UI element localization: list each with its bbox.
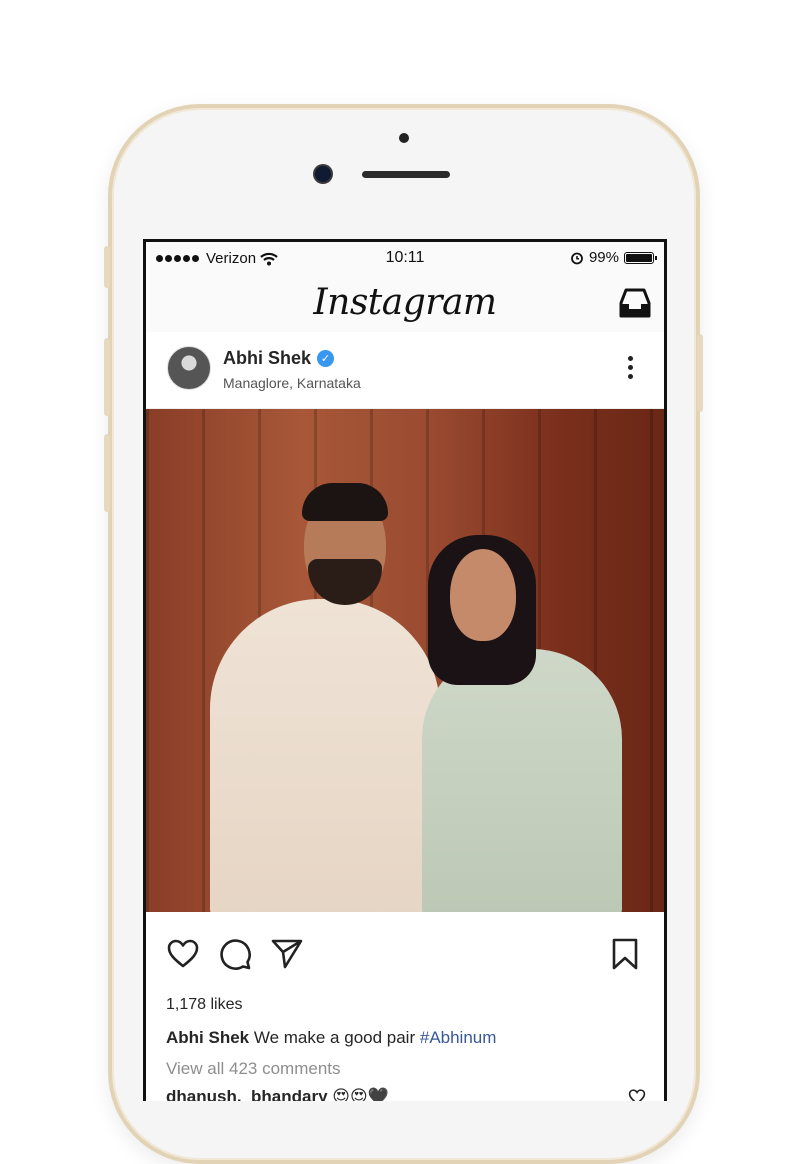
photo-woman-body <box>422 649 622 912</box>
verified-badge-icon: ✓ <box>317 350 335 367</box>
volume-up-button <box>104 338 110 416</box>
status-right: 99% <box>570 249 657 266</box>
photo-woman-head <box>450 549 516 641</box>
save-bookmark-icon[interactable] <box>608 937 642 971</box>
like-heart-icon[interactable] <box>166 937 200 971</box>
battery-fill <box>626 253 652 262</box>
caption-text: We make a good pair <box>249 1028 420 1047</box>
phone-screen: Verizon 10:11 99% Instagram Abhi Shek ✓ … <box>143 239 667 1101</box>
battery-icon <box>624 251 657 264</box>
status-bar: Verizon 10:11 99% <box>146 242 664 276</box>
share-send-icon[interactable] <box>270 937 304 971</box>
caption-username[interactable]: Abhi Shek <box>166 1028 249 1047</box>
photo-man-body <box>210 599 440 912</box>
caption-hashtag[interactable]: #Abhinum <box>420 1028 497 1047</box>
front-camera <box>315 166 331 182</box>
power-button <box>697 334 703 412</box>
post-photo[interactable] <box>146 409 664 912</box>
likes-count[interactable]: 1,178 likes <box>166 996 243 1014</box>
inbox-icon[interactable] <box>618 287 652 319</box>
comment-like-heart-icon[interactable] <box>628 1088 646 1101</box>
username-text[interactable]: Abhi Shek <box>223 348 311 369</box>
earpiece-speaker <box>362 171 450 178</box>
instagram-logo[interactable]: Instagram <box>146 282 664 323</box>
mute-switch <box>104 246 110 288</box>
comment-preview: dhanush._bhandary 😍😍🖤 <box>166 1087 389 1101</box>
photo-man-hair <box>302 483 388 521</box>
instagram-header: Instagram <box>146 276 664 332</box>
battery-percent: 99% <box>588 249 619 266</box>
post-actions <box>146 937 664 977</box>
post-location[interactable]: Managlore, Karnataka <box>223 375 361 391</box>
avatar[interactable] <box>167 346 211 390</box>
post-caption: Abhi Shek We make a good pair #Abhinum <box>166 1028 496 1048</box>
post-header: Abhi Shek ✓ Managlore, Karnataka <box>146 332 664 409</box>
volume-down-button <box>104 434 110 512</box>
alarm-icon <box>571 252 583 264</box>
comment-icon[interactable] <box>218 937 252 971</box>
more-options-icon[interactable] <box>628 356 634 379</box>
view-all-comments-link[interactable]: View all 423 comments <box>166 1059 341 1079</box>
proximity-sensor <box>399 133 409 143</box>
post-username[interactable]: Abhi Shek ✓ <box>223 348 335 369</box>
